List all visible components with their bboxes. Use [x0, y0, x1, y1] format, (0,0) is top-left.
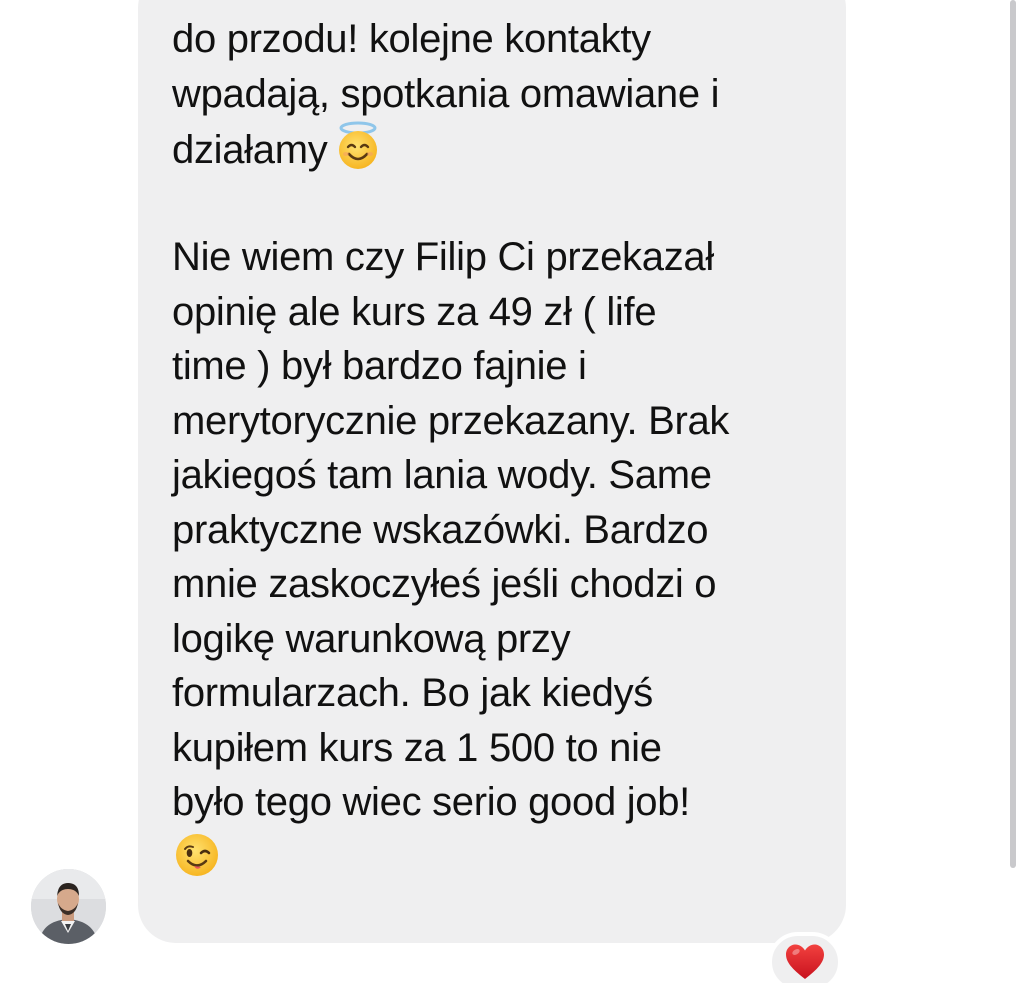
- message-line: działamy: [172, 121, 826, 176]
- message-line: było tego wiec serio good job!: [172, 780, 690, 824]
- red-heart-icon: [784, 942, 826, 982]
- message-line-text: działamy: [172, 128, 328, 172]
- message-line: jakiegoś tam lania wody. Same: [172, 453, 712, 497]
- message-line: formularzach. Bo jak kiedyś: [172, 671, 653, 715]
- message-line-blank: [172, 176, 826, 231]
- sender-avatar[interactable]: [31, 869, 106, 944]
- message-line: logikę warunkową przy: [172, 616, 571, 661]
- message-line: time ) był bardzo fajnie i: [172, 344, 587, 388]
- message-line: do przodu! kolejne kontakty: [172, 17, 651, 61]
- message-line: mnie zaskoczyłeś jeśli chodzi o: [172, 562, 717, 606]
- heart-reaction[interactable]: [768, 932, 842, 983]
- message-line: Nie wiem czy Filip Ci przekazał: [172, 235, 714, 279]
- smiling-face-with-halo-icon: [333, 121, 383, 171]
- message-line: kupiłem kurs za 1 500 to nie: [172, 725, 662, 770]
- message-line: wpadają, spotkania omawiane i: [172, 71, 720, 116]
- message-bubble[interactable]: do przodu! kolejne kontakty wpadają, spo…: [138, 0, 846, 943]
- scrollbar[interactable]: [1010, 0, 1016, 868]
- message-line: praktyczne wskazówki. Bardzo: [172, 507, 709, 552]
- message-line: [172, 830, 826, 885]
- chat-screen: do przodu! kolejne kontakty wpadają, spo…: [0, 0, 1024, 983]
- message-line: opinię ale kurs za 49 zł ( life: [172, 289, 657, 334]
- winking-face-icon: [172, 830, 222, 880]
- message-line: merytorycznie przekazany. Brak: [172, 398, 730, 443]
